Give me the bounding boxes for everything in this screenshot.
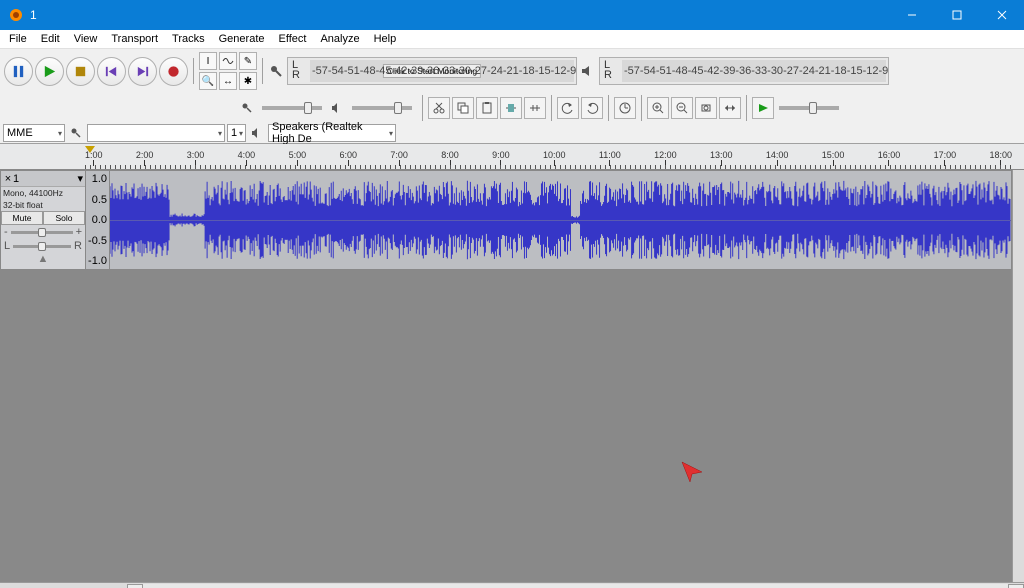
window-title: 1 xyxy=(30,8,889,22)
selection-tool[interactable]: I xyxy=(199,52,217,70)
record-button[interactable] xyxy=(159,57,188,86)
zoom-tool[interactable]: 🔍 xyxy=(199,72,217,90)
vertical-scrollbar[interactable] xyxy=(1012,170,1024,582)
track-format-1: Mono, 44100Hz xyxy=(1,187,85,199)
pan-slider[interactable]: LR xyxy=(1,239,85,253)
gain-slider[interactable]: -+ xyxy=(1,225,85,239)
mic-device-icon xyxy=(67,124,85,142)
menu-analyze[interactable]: Analyze xyxy=(313,31,366,47)
mute-button[interactable]: Mute xyxy=(1,211,43,225)
collapse-button[interactable]: ▲ xyxy=(1,253,85,265)
menu-tracks[interactable]: Tracks xyxy=(165,31,212,47)
output-volume-slider[interactable] xyxy=(352,106,412,110)
rec-meter-scale: -57-54-51-48-45-42-39-36-33-30-27-24-21-… xyxy=(312,65,572,77)
track-format-2: 32-bit float xyxy=(1,199,85,211)
envelope-tool[interactable] xyxy=(219,52,237,70)
toolbars: I ✎ 🔍 ↔ ✱ LR Click to Start Monitoring -… xyxy=(0,49,1024,144)
playback-device-icon xyxy=(248,124,266,142)
horizontal-scrollbar[interactable]: ◂ ▸ xyxy=(0,582,1024,588)
skip-end-button[interactable] xyxy=(128,57,157,86)
draw-tool[interactable]: ✎ xyxy=(239,52,257,70)
paste-button[interactable] xyxy=(476,97,498,119)
menu-file[interactable]: File xyxy=(2,31,34,47)
amplitude-scale: 1.00.50.0-0.5-1.0 xyxy=(86,171,110,269)
redo-button[interactable] xyxy=(581,97,603,119)
menu-bar: File Edit View Transport Tracks Generate… xyxy=(0,30,1024,49)
trim-button[interactable] xyxy=(500,97,522,119)
hscroll-right-button[interactable]: ▸ xyxy=(1008,584,1024,588)
tracks-workspace: × 1 ▾ Mono, 44100Hz 32-bit float Mute So… xyxy=(0,170,1024,582)
recording-channels-combo[interactable]: 1 xyxy=(227,124,246,142)
sync-lock-button[interactable] xyxy=(614,97,636,119)
app-icon xyxy=(8,7,24,23)
play-button[interactable] xyxy=(35,57,64,86)
menu-generate[interactable]: Generate xyxy=(212,31,272,47)
silence-button[interactable] xyxy=(524,97,546,119)
fit-selection-button[interactable] xyxy=(695,97,717,119)
mic-icon xyxy=(267,62,285,80)
cursor-pointer-icon xyxy=(680,460,704,487)
multi-tool[interactable]: ✱ xyxy=(239,72,257,90)
tools-grid: I ✎ 🔍 ↔ ✱ xyxy=(198,51,258,91)
skip-start-button[interactable] xyxy=(97,57,126,86)
fit-project-button[interactable] xyxy=(719,97,741,119)
speaker-volume-icon xyxy=(328,99,346,117)
play-at-speed-button[interactable] xyxy=(752,97,774,119)
timeline-ruler[interactable]: 1:002:003:004:005:006:007:008:009:0010:0… xyxy=(0,144,1024,170)
pause-button[interactable] xyxy=(4,57,33,86)
zoom-out-button[interactable] xyxy=(671,97,693,119)
mic-volume-icon xyxy=(238,99,256,117)
playback-meter[interactable]: LR -57-54-51-48-45-42-39-36-33-30-27-24-… xyxy=(599,57,889,85)
maximize-button[interactable] xyxy=(934,0,979,30)
solo-button[interactable]: Solo xyxy=(43,211,85,225)
track-close-button[interactable]: × xyxy=(3,173,13,185)
title-bar: 1 xyxy=(0,0,1024,30)
timeshift-tool[interactable]: ↔ xyxy=(219,72,237,90)
play-speed-slider[interactable] xyxy=(779,106,839,110)
recording-meter[interactable]: LR Click to Start Monitoring -57-54-51-4… xyxy=(287,57,577,85)
track-name[interactable]: 1 xyxy=(13,173,77,185)
menu-edit[interactable]: Edit xyxy=(34,31,67,47)
minimize-button[interactable] xyxy=(889,0,934,30)
audio-track: × 1 ▾ Mono, 44100Hz 32-bit float Mute So… xyxy=(0,170,1012,270)
menu-view[interactable]: View xyxy=(67,31,105,47)
undo-button[interactable] xyxy=(557,97,579,119)
zoom-in-button[interactable] xyxy=(647,97,669,119)
recording-device-combo[interactable] xyxy=(87,124,225,142)
track-menu-button[interactable]: ▾ xyxy=(77,172,83,185)
menu-effect[interactable]: Effect xyxy=(272,31,314,47)
speaker-icon xyxy=(579,62,597,80)
playback-device-combo[interactable]: Speakers (Realtek High De xyxy=(268,124,396,142)
close-button[interactable] xyxy=(979,0,1024,30)
play-meter-scale: -57-54-51-48-45-42-39-36-33-30-27-24-21-… xyxy=(624,65,884,77)
waveform-area[interactable]: 1.00.50.0-0.5-1.0 xyxy=(86,171,1011,269)
menu-transport[interactable]: Transport xyxy=(104,31,165,47)
track-control-panel: × 1 ▾ Mono, 44100Hz 32-bit float Mute So… xyxy=(1,171,86,269)
stop-button[interactable] xyxy=(66,57,95,86)
cut-button[interactable] xyxy=(428,97,450,119)
input-volume-slider[interactable] xyxy=(262,106,322,110)
copy-button[interactable] xyxy=(452,97,474,119)
hscroll-left-button[interactable]: ◂ xyxy=(127,584,143,588)
menu-help[interactable]: Help xyxy=(367,31,404,47)
audio-host-combo[interactable]: MME xyxy=(3,124,65,142)
